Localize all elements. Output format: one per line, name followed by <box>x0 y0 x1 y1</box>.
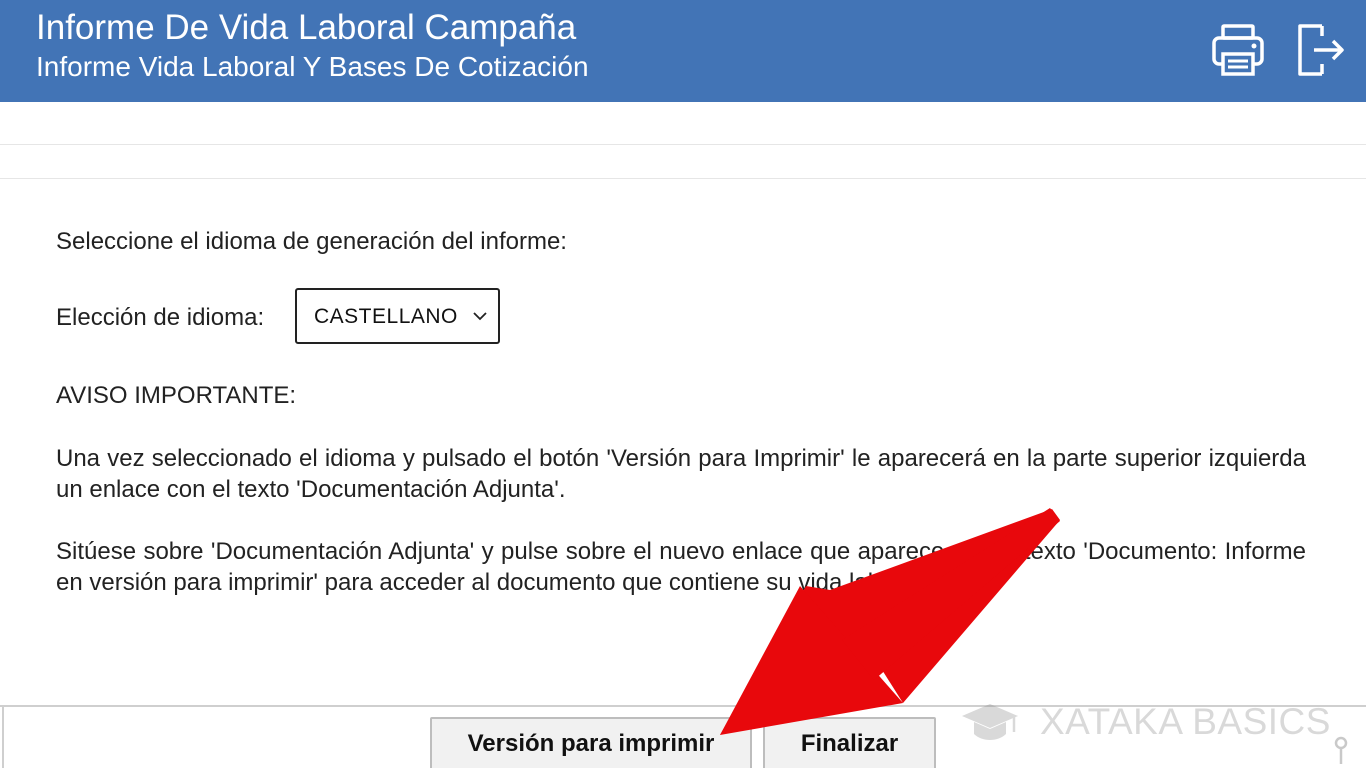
notice-heading: AVISO IMPORTANTE: <box>56 382 297 409</box>
printer-icon[interactable] <box>1210 20 1266 80</box>
watermark-text: XATAKA BASICS <box>1040 701 1331 742</box>
page: Informe De Vida Laboral Campaña Informe … <box>0 0 1366 768</box>
language-select[interactable]: CASTELLANO <box>295 288 500 344</box>
language-select-value: CASTELLANO <box>314 305 458 328</box>
graduation-cap-icon <box>962 704 1018 740</box>
notice-paragraph: Una vez seleccionado el idioma y pulsado… <box>56 445 1306 503</box>
location-pin-icon <box>1334 736 1348 764</box>
finish-button[interactable]: Finalizar <box>763 717 936 768</box>
chevron-down-icon <box>473 312 487 321</box>
language-prompt: Seleccione el idioma de generación del i… <box>56 228 567 255</box>
page-title: Informe De Vida Laboral Campaña <box>36 8 577 47</box>
page-subtitle: Informe Vida Laboral Y Bases De Cotizaci… <box>36 51 589 82</box>
language-label: Elección de idioma: <box>56 304 265 331</box>
notice-paragraph: Sitúese sobre 'Documentación Adjunta' y … <box>56 538 1306 596</box>
divider <box>0 178 1366 179</box>
app-header: Informe De Vida Laboral Campaña Informe … <box>0 0 1366 102</box>
logout-icon[interactable] <box>1292 20 1348 80</box>
print-version-button[interactable]: Versión para imprimir <box>430 717 752 768</box>
divider <box>0 144 1366 145</box>
